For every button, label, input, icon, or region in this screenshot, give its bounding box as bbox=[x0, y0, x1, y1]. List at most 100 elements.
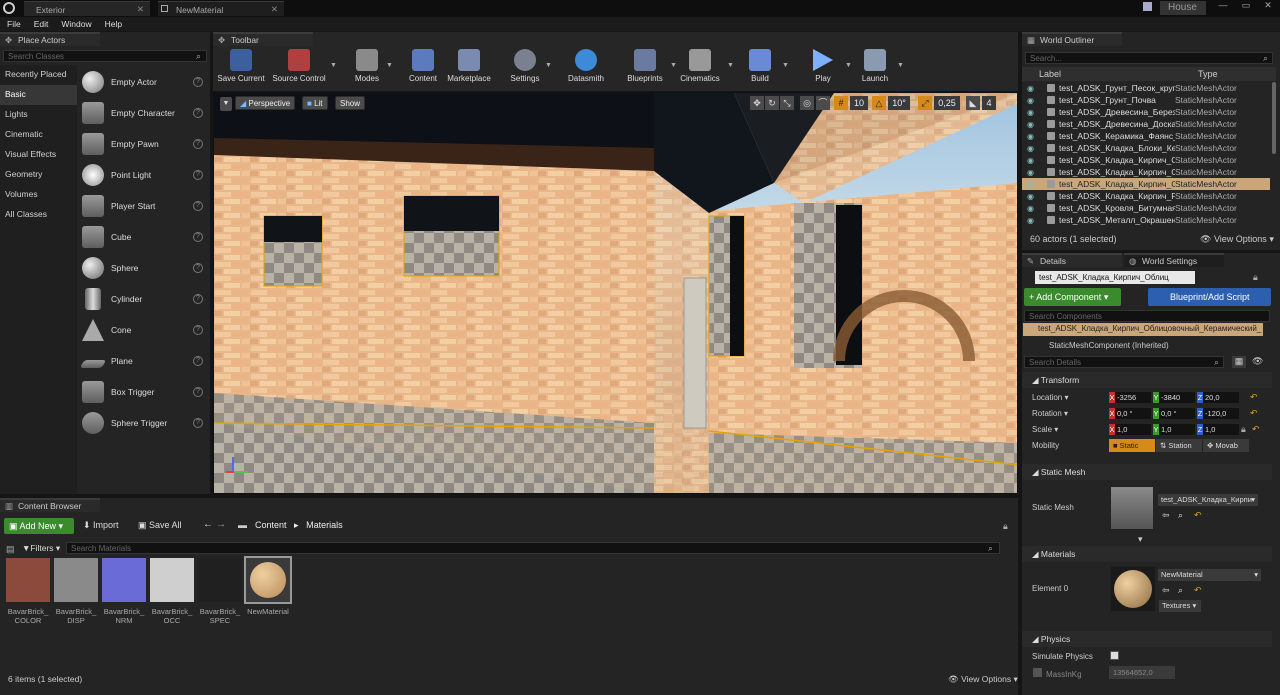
outliner-scrollbar[interactable] bbox=[1272, 82, 1276, 154]
chevron-down-icon[interactable]: ▼ bbox=[782, 62, 789, 69]
rotation-z-field[interactable]: Z -120,0 bbox=[1197, 408, 1239, 419]
category-lights[interactable]: Lights bbox=[0, 105, 77, 125]
menu-edit[interactable]: Edit bbox=[27, 17, 55, 29]
chevron-down-icon[interactable]: ▼ bbox=[330, 62, 337, 69]
visibility-eye-icon[interactable]: ◉ bbox=[1027, 144, 1037, 153]
viewport-options-button[interactable]: ▼ bbox=[220, 97, 232, 111]
lit-button[interactable]: ■ Lit bbox=[302, 96, 328, 110]
scale-snap-icon[interactable]: ⤢ bbox=[918, 96, 932, 110]
add-new-button[interactable]: ▣ Add New ▾ bbox=[4, 518, 74, 534]
chevron-down-icon[interactable]: ▼ bbox=[670, 62, 677, 69]
outliner-row[interactable]: ◉ test_ADSK_Кладка_Кирпич_Об StaticMeshAct… bbox=[1022, 166, 1270, 178]
cb-view-options-button[interactable]: 👁 View Options ▾ bbox=[948, 674, 1018, 685]
category-visual-effects[interactable]: Visual Effects bbox=[0, 145, 77, 165]
static-mesh-section[interactable]: ◢ Static Mesh bbox=[1022, 464, 1272, 480]
launch-button[interactable]: Launch bbox=[858, 46, 892, 86]
rotation-label[interactable]: Rotation ▾ bbox=[1032, 409, 1068, 418]
translate-icon[interactable]: ✥ bbox=[750, 96, 764, 110]
browse-icon[interactable]: ⌕ bbox=[1178, 585, 1183, 596]
folder-icon[interactable]: ▬ bbox=[238, 520, 247, 530]
filters-button[interactable]: ▼Filters ▾ bbox=[22, 543, 60, 554]
reset-arrow-icon[interactable]: ↶ bbox=[1250, 408, 1258, 419]
menu-window[interactable]: Window bbox=[54, 17, 97, 29]
outliner-row[interactable]: ◉ test_ADSK_Кладка_Кирпич_Об StaticMeshAct… bbox=[1022, 178, 1270, 190]
reset-arrow-icon[interactable]: ↶ bbox=[1194, 510, 1202, 521]
lock-icon[interactable]: 🔒︎ bbox=[1003, 521, 1008, 532]
visibility-eye-icon[interactable]: ◉ bbox=[1027, 96, 1037, 105]
save-current-button[interactable]: Save Current bbox=[215, 46, 267, 86]
outliner-row[interactable]: ◉ test_ADSK_Грунт_Почва StaticMeshActor bbox=[1022, 94, 1270, 106]
help-icon[interactable]: ? bbox=[193, 262, 203, 273]
breadcrumb-materials[interactable]: Materials bbox=[306, 520, 343, 530]
mobility-static-button[interactable]: ■ Static bbox=[1109, 439, 1155, 452]
outliner-row[interactable]: ◉ test_ADSK_Кладка_Блоки_Кера StaticMeshAc… bbox=[1022, 142, 1270, 154]
menu-help[interactable]: Help bbox=[98, 17, 128, 29]
modes-button[interactable]: Modes bbox=[345, 46, 389, 86]
location-x-field[interactable]: X -3256 bbox=[1109, 392, 1151, 403]
mobility-movable-button[interactable]: ✥ Movab bbox=[1203, 439, 1249, 452]
lock-icon[interactable]: 🔒︎ bbox=[1253, 272, 1258, 283]
sources-toggle-icon[interactable]: ▤ bbox=[6, 544, 15, 555]
category-volumes[interactable]: Volumes bbox=[0, 185, 77, 205]
minimize-button[interactable]: — bbox=[1212, 0, 1234, 12]
help-icon[interactable]: ? bbox=[193, 386, 203, 397]
mass-field[interactable]: 13564652,0 bbox=[1109, 666, 1175, 679]
visibility-eye-icon[interactable]: ◉ bbox=[1027, 216, 1037, 225]
source-control-button[interactable]: Source Control bbox=[270, 46, 328, 86]
asset-thumbnail[interactable] bbox=[244, 556, 292, 604]
asset-thumbnail[interactable] bbox=[102, 558, 146, 602]
scale-lock-icon[interactable]: 🔒︎ bbox=[1241, 424, 1246, 435]
breadcrumb-content[interactable]: Content bbox=[255, 520, 287, 530]
help-icon[interactable]: ? bbox=[193, 355, 203, 366]
actor-name-field[interactable]: test_ADSK_Кладка_Кирпич_Облиц bbox=[1035, 271, 1195, 284]
material-dropdown[interactable]: NewMaterial ▾ bbox=[1158, 569, 1261, 581]
outliner-row[interactable]: ◉test_ADSK_Древесина_Береза_шStaticMeshA… bbox=[1022, 106, 1270, 118]
search-icon[interactable]: ⌕ bbox=[196, 51, 201, 62]
rotation-x-field[interactable]: X 0,0 ° bbox=[1109, 408, 1151, 419]
search-classes-input[interactable]: Search Classes bbox=[3, 50, 207, 62]
search-details-input[interactable]: Search Details bbox=[1024, 356, 1224, 368]
close-icon[interactable]: ✕ bbox=[137, 4, 144, 15]
category-geometry[interactable]: Geometry bbox=[0, 165, 77, 185]
viewport[interactable]: ▼ bbox=[213, 92, 1018, 494]
camera-speed-value[interactable]: 4 bbox=[982, 96, 996, 110]
physics-section[interactable]: ◢ Physics bbox=[1022, 631, 1272, 647]
content-browser-tab[interactable]: ▥ Content Browser bbox=[0, 498, 100, 512]
help-icon[interactable]: ? bbox=[193, 417, 203, 428]
build-button[interactable]: Build bbox=[742, 46, 778, 86]
grid-size-value[interactable]: 10 bbox=[850, 96, 868, 110]
asset-thumbnail[interactable] bbox=[6, 558, 50, 602]
visibility-eye-icon[interactable]: ◉ bbox=[1027, 156, 1037, 165]
mass-checkbox[interactable] bbox=[1033, 668, 1042, 677]
forward-arrow-icon[interactable]: → bbox=[216, 519, 226, 530]
visibility-eye-icon[interactable]: ◉ bbox=[1027, 204, 1037, 213]
scale-icon[interactable]: ⤡ bbox=[780, 96, 794, 110]
material-thumbnail[interactable] bbox=[1110, 566, 1156, 612]
reset-arrow-icon[interactable]: ↶ bbox=[1252, 424, 1260, 435]
menu-file[interactable]: File bbox=[0, 17, 27, 29]
perspective-button[interactable]: ◢ Perspective bbox=[235, 96, 296, 110]
column-label[interactable]: Label bbox=[1039, 69, 1061, 79]
rotation-snap-icon[interactable]: △ bbox=[872, 96, 886, 110]
browse-icon[interactable]: ⌕ bbox=[1178, 510, 1183, 521]
actor-point-light[interactable]: Point Light? bbox=[78, 159, 208, 190]
cinematics-button[interactable]: Cinematics bbox=[677, 46, 723, 86]
location-label[interactable]: Location ▾ bbox=[1032, 393, 1069, 402]
mobility-stationary-button[interactable]: ⇅ Station bbox=[1156, 439, 1202, 452]
toolbar-tab[interactable]: ✥ Toolbar bbox=[213, 32, 313, 46]
category-cinematic[interactable]: Cinematic bbox=[0, 125, 77, 145]
expand-chevron-icon[interactable]: ▾ bbox=[1138, 534, 1143, 545]
visibility-eye-icon[interactable]: ◉ bbox=[1027, 192, 1037, 201]
unreal-logo-icon[interactable] bbox=[3, 2, 15, 14]
outliner-row[interactable]: ◉ test_ADSK_Кровля_Битумная_П StaticMeshAc… bbox=[1022, 202, 1270, 214]
category-recently-placed[interactable]: Recently Placed bbox=[0, 65, 77, 85]
chevron-down-icon[interactable]: ▼ bbox=[545, 62, 552, 69]
maximize-button[interactable]: ▭ bbox=[1236, 0, 1256, 12]
search-components-input[interactable]: Search Components bbox=[1024, 310, 1270, 322]
search-icon[interactable]: ⌕ bbox=[1214, 357, 1219, 368]
tab-exterior[interactable]: Exterior ✕ bbox=[24, 1, 150, 16]
help-icon[interactable]: ? bbox=[193, 293, 203, 304]
outliner-row[interactable]: ◉test_ADSK_Металл_ОкрашенныйStaticMeshAc… bbox=[1022, 214, 1270, 226]
actor-cube[interactable]: Cube? bbox=[78, 221, 208, 252]
asset-thumbnail[interactable] bbox=[198, 558, 242, 602]
